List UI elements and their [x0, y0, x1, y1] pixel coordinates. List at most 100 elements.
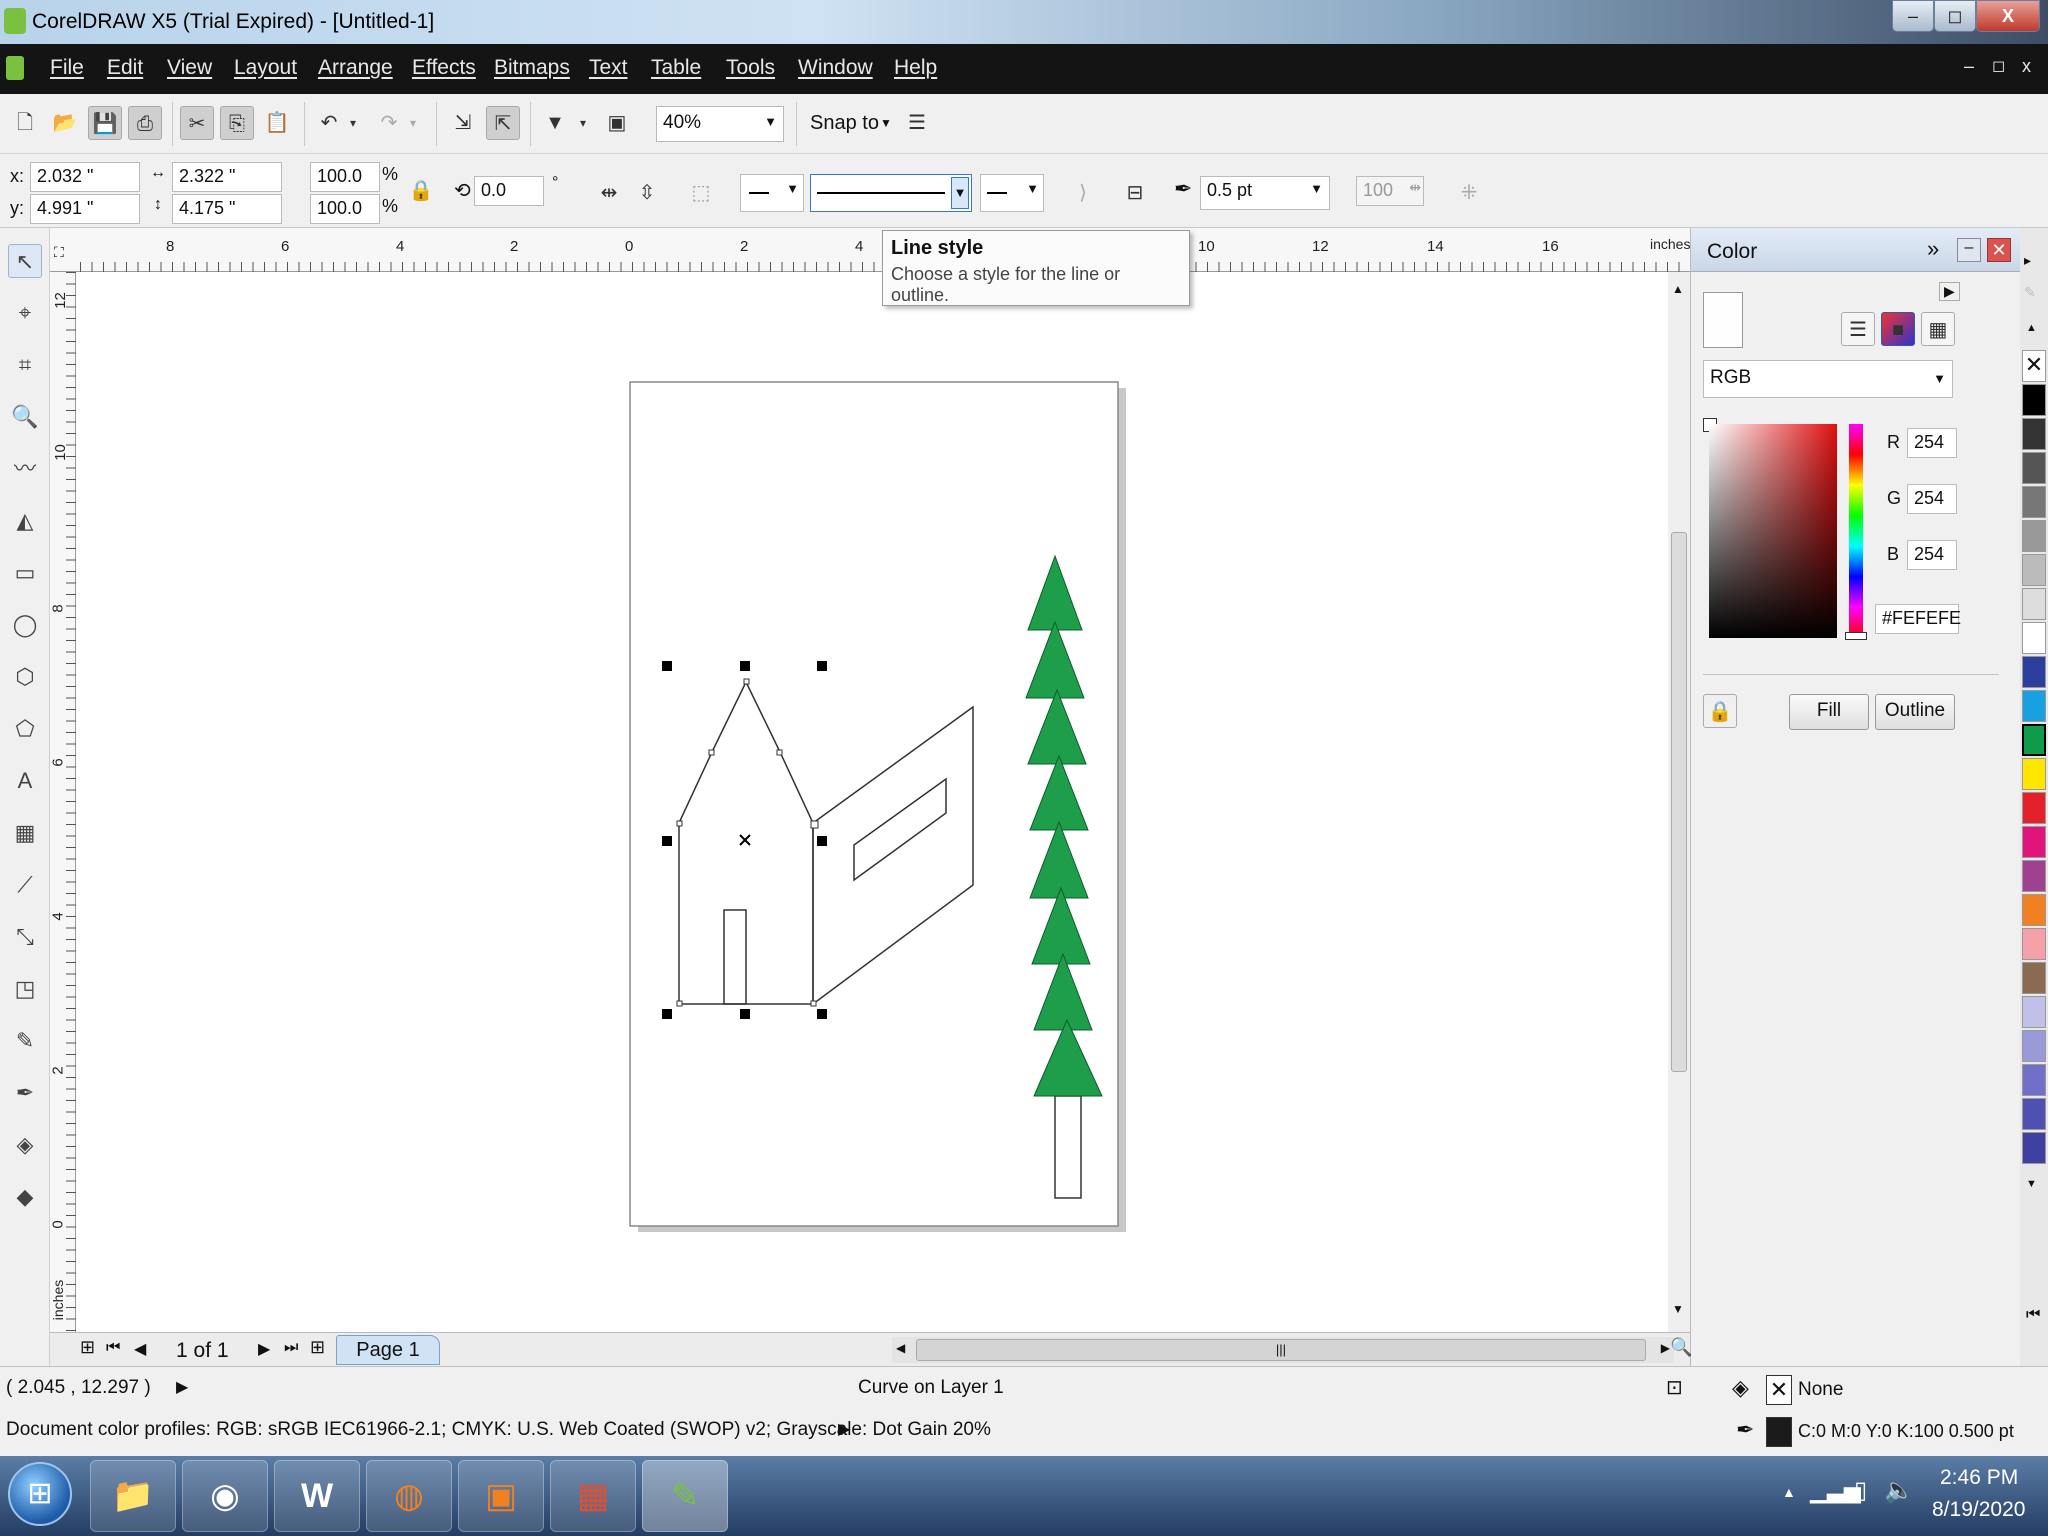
menu-layout[interactable]: Layout: [234, 56, 297, 80]
ruler-origin-icon[interactable]: ⛶: [54, 244, 64, 261]
menu-text[interactable]: Text: [589, 56, 628, 80]
open-folder-icon[interactable]: 📂: [48, 106, 82, 140]
undo-dropdown-icon[interactable]: ▾: [344, 106, 362, 140]
dimension-tool-icon[interactable]: ⟋: [8, 868, 42, 902]
wrap-text-icon[interactable]: ⊟: [1118, 176, 1152, 210]
zoom-level-select[interactable]: 40% ▼: [656, 106, 784, 142]
menu-edit[interactable]: Edit: [107, 56, 143, 80]
node-options-icon[interactable]: ⁜: [1452, 176, 1486, 210]
rectangle-tool-icon[interactable]: ▭: [8, 556, 42, 590]
scale-width-field[interactable]: 100.0: [310, 162, 380, 192]
palette-expand-icon[interactable]: ⏮: [2026, 1306, 2040, 1324]
start-button-icon[interactable]: ⊞: [8, 1462, 72, 1526]
clock-time[interactable]: 2:46 PM: [1940, 1466, 2018, 1490]
rotation-angle-field[interactable]: 0.0: [474, 176, 544, 206]
palette-eyedropper-icon[interactable]: ✎: [2024, 284, 2036, 301]
menu-view[interactable]: View: [167, 56, 212, 80]
color-swatch[interactable]: [2022, 962, 2046, 994]
scroll-thumb[interactable]: [1671, 532, 1687, 1072]
shape-tool-icon[interactable]: ⌖: [8, 296, 42, 330]
color-swatch[interactable]: [2022, 486, 2046, 518]
outline-tool-icon[interactable]: ✒: [8, 1076, 42, 1110]
outline-width-select[interactable]: 0.5 pt ▼: [1200, 176, 1330, 210]
new-document-icon[interactable]: 🗋: [8, 106, 42, 140]
snap-dropdown-icon[interactable]: ▼: [880, 116, 892, 130]
redo-dropdown-icon[interactable]: ▾: [404, 106, 422, 140]
basic-shapes-tool-icon[interactable]: ⬠: [8, 712, 42, 746]
crop-tool-icon[interactable]: ⌗: [8, 348, 42, 382]
docker-close-button[interactable]: ✕: [1987, 238, 2011, 262]
color-swatch[interactable]: [2022, 724, 2046, 756]
color-swatch[interactable]: [2022, 452, 2046, 484]
options-icon[interactable]: ☰: [900, 106, 934, 140]
next-page-icon[interactable]: ▶: [258, 1339, 270, 1359]
color-swatch[interactable]: [2022, 792, 2046, 824]
show-hidden-icons-icon[interactable]: ▲: [1782, 1484, 1796, 1500]
color-swatch[interactable]: [2022, 1064, 2046, 1096]
color-swatch[interactable]: [2022, 520, 2046, 552]
first-page-icon[interactable]: ⏮: [106, 1339, 120, 1357]
ellipse-tool-icon[interactable]: ◯: [8, 608, 42, 642]
horizontal-scrollbar[interactable]: ◀ ||| ▶: [892, 1337, 1674, 1363]
export-icon[interactable]: ⇱: [486, 106, 520, 140]
blue-value-field[interactable]: 254: [1907, 540, 1957, 570]
horizontal-ruler[interactable]: ⛶ 8 6 4 2 0 2 4 10 12 14 16 inches: [50, 228, 1690, 272]
menu-effects[interactable]: Effects: [412, 56, 476, 80]
volume-icon[interactable]: 🔈: [1884, 1476, 1914, 1505]
menu-help[interactable]: Help: [894, 56, 937, 80]
application-launcher-icon[interactable]: ▼: [538, 106, 572, 140]
end-arrowhead-select[interactable]: ▼: [980, 174, 1044, 212]
smoothing-field[interactable]: 100 ⇹: [1356, 176, 1424, 206]
powerpoint-icon[interactable]: ▦: [550, 1460, 636, 1532]
lock-ratio-icon[interactable]: 🔒: [404, 174, 438, 208]
hue-slider-handle[interactable]: [1845, 632, 1867, 640]
table-tool-icon[interactable]: ▦: [8, 816, 42, 850]
drawing-canvas[interactable]: [76, 272, 1676, 1332]
color-swatch[interactable]: [2022, 384, 2046, 416]
copy-icon[interactable]: ⎘: [220, 106, 254, 140]
color-palettes-icon[interactable]: ▦: [1921, 312, 1955, 346]
x-position-field[interactable]: 2.032 ": [30, 162, 140, 192]
previous-page-icon[interactable]: ◀: [134, 1339, 146, 1359]
pick-tool-icon[interactable]: ↖: [8, 244, 42, 278]
y-position-field[interactable]: 4.991 ": [30, 194, 140, 224]
color-viewers-icon[interactable]: ■: [1881, 312, 1915, 346]
lock-color-icon[interactable]: 🔒: [1703, 694, 1737, 728]
convert-to-curves-icon[interactable]: ⬚: [684, 176, 718, 210]
color-swatch[interactable]: [2022, 894, 2046, 926]
vertical-ruler[interactable]: 12 10 8 6 4 2 0 inches: [50, 272, 76, 1332]
page-tab[interactable]: Page 1: [336, 1335, 440, 1365]
snapshot-icon[interactable]: ⊡: [1666, 1375, 1683, 1400]
word-icon[interactable]: W: [274, 1460, 360, 1532]
vertical-scrollbar[interactable]: ▲ ▼: [1668, 272, 1690, 1332]
menu-table[interactable]: Table: [651, 56, 701, 80]
scroll-left-icon[interactable]: ◀: [896, 1341, 905, 1355]
menu-tools[interactable]: Tools: [726, 56, 775, 80]
eyedropper-tool-icon[interactable]: ✎: [8, 1024, 42, 1058]
line-style-select[interactable]: ▼: [810, 174, 972, 212]
color-swatch[interactable]: [2022, 1132, 2046, 1164]
close-button[interactable]: X: [1976, 0, 2040, 32]
apply-outline-button[interactable]: Outline: [1875, 694, 1955, 730]
drawing-svg[interactable]: [76, 272, 1668, 1332]
hue-slider[interactable]: [1849, 424, 1863, 638]
palette-scroll-up-icon[interactable]: ▲: [2026, 322, 2037, 334]
color-swatch[interactable]: [2022, 690, 2046, 722]
docker-flyout-icon[interactable]: ▶: [1939, 282, 1960, 301]
red-value-field[interactable]: 254: [1907, 428, 1957, 458]
welcome-screen-icon[interactable]: ▣: [600, 106, 634, 140]
scale-height-field[interactable]: 100.0: [310, 194, 380, 224]
color-swatch[interactable]: [2022, 418, 2046, 450]
profiles-expand-icon[interactable]: ▶: [838, 1419, 850, 1439]
color-swatch[interactable]: [2022, 860, 2046, 892]
color-sliders-icon[interactable]: ☰: [1841, 312, 1875, 346]
doc-close-button[interactable]: x: [2022, 56, 2031, 77]
color-swatch[interactable]: [2022, 1030, 2046, 1062]
import-icon[interactable]: ⇲: [446, 106, 480, 140]
object-width-field[interactable]: 2.322 ": [172, 162, 282, 192]
zoom-navigator-icon[interactable]: 🔍: [1670, 1337, 1692, 1358]
maximize-button[interactable]: ◻: [1934, 0, 1976, 32]
scroll-down-icon[interactable]: ▼: [1672, 1302, 1684, 1316]
color-swatch[interactable]: [2022, 996, 2046, 1028]
scroll-up-icon[interactable]: ▲: [1672, 282, 1684, 296]
